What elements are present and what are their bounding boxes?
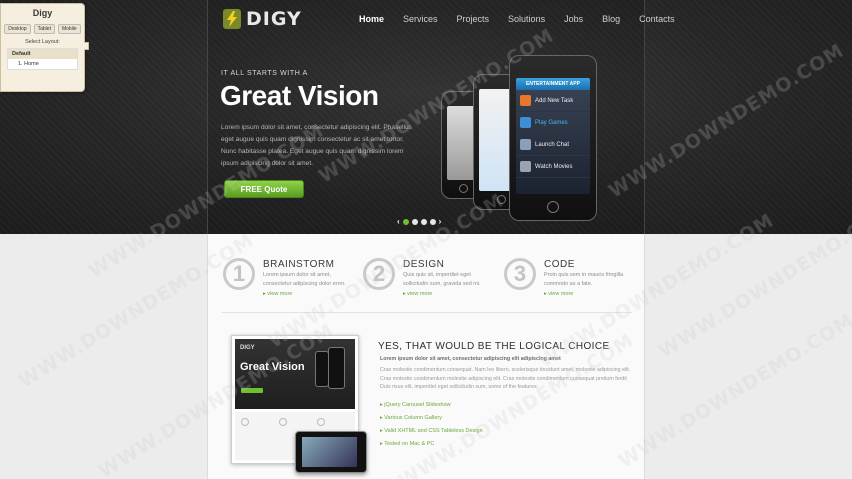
layout-switcher-panel: Digy Desktop Tablet Mobile Select Layout… — [0, 3, 89, 92]
slider-dot[interactable] — [420, 219, 427, 225]
feature-text: Quis quis sit, imperdiet eget sollicitud… — [403, 272, 481, 287]
view-more-link[interactable]: ▸ view more — [263, 291, 292, 297]
feature-text: Proin quis sem in mauris fringilla commo… — [544, 272, 624, 287]
lightning-logo-icon — [223, 9, 241, 29]
hero-title: Great Vision — [220, 80, 379, 111]
select-layout-label: Select Layout: — [25, 39, 60, 45]
preview-logo-text: DIGY — [240, 345, 255, 351]
step-number: 3 — [504, 258, 536, 290]
why-heading: YES, THAT WOULD BE THE LOGICAL CHOICE — [378, 341, 610, 352]
feature-list-item[interactable]: Tested on Mac & PC — [380, 438, 483, 451]
app-header: ENTERTAINMENT APP — [516, 78, 590, 90]
app-item: Add New Task — [516, 90, 590, 112]
content-area: 1 BRAINSTORM Lorem ipsum dolor sit amet,… — [207, 234, 645, 479]
logo-text: DIGY — [246, 8, 302, 30]
why-lead: Lorem ipsum dolor sit amet, consectetur … — [380, 356, 561, 362]
view-more-link[interactable]: ▸ view more — [544, 291, 573, 297]
app-item: Watch Movies — [516, 156, 590, 178]
section-divider — [222, 312, 632, 313]
phone-image-front: ENTERTAINMENT APP Add New Task Play Game… — [509, 55, 597, 221]
feature-list-item[interactable]: jQuery Carousel Slideshow — [380, 399, 483, 412]
feature-title: CODE — [544, 259, 575, 270]
nav-solutions[interactable]: Solutions — [508, 14, 545, 24]
layout-list-header: Default — [8, 49, 77, 59]
hero-text: Lorem ipsum dolor sit amet, consectetur … — [221, 124, 412, 167]
view-more-link[interactable]: ▸ view more — [403, 291, 432, 297]
nav-jobs[interactable]: Jobs — [564, 14, 583, 24]
panel-title: Digy — [32, 8, 53, 18]
layout-list-item[interactable]: 1. Home — [8, 59, 77, 69]
layout-list: Default 1. Home — [7, 48, 78, 70]
desktop-button[interactable]: Desktop — [4, 24, 31, 34]
step-number: 2 — [363, 258, 395, 290]
free-quote-button[interactable]: FREE Quote — [224, 180, 304, 198]
nav-blog[interactable]: Blog — [602, 14, 620, 24]
tablet-button[interactable]: Tablet — [33, 24, 55, 34]
device-buttons: Desktop Tablet Mobile — [1, 24, 84, 34]
nav-services[interactable]: Services — [403, 14, 438, 24]
nav-projects[interactable]: Projects — [457, 14, 490, 24]
hero-tagline: IT ALL STARTS WITH A — [221, 70, 308, 77]
panel-toggle-handle[interactable] — [84, 42, 89, 50]
feature-code: 3 CODE Proin quis sem in mauris fringill… — [504, 258, 634, 308]
slider-pagination: ‹ › — [397, 218, 442, 226]
slider-prev-icon[interactable]: ‹ — [397, 218, 400, 226]
feature-list-item[interactable]: Various Column Gallery — [380, 412, 483, 425]
preview-title: Great Vision — [240, 361, 305, 373]
slider-next-icon[interactable]: › — [439, 218, 442, 226]
slider-dot[interactable] — [402, 219, 409, 225]
main-nav: Home Services Projects Solutions Jobs Bl… — [359, 14, 694, 24]
app-item: Launch Chat — [516, 134, 590, 156]
mobile-button[interactable]: Mobile — [57, 24, 81, 34]
tablet-image — [295, 431, 367, 473]
feature-title: BRAINSTORM — [263, 259, 335, 270]
feature-design: 2 DESIGN Quis quis sit, imperdiet eget s… — [363, 258, 493, 308]
feature-title: DESIGN — [403, 259, 445, 270]
slider-dot[interactable] — [429, 219, 436, 225]
step-number: 1 — [223, 258, 255, 290]
feature-text: Lorem ipsum dolor sit amet, consectetur … — [263, 272, 346, 287]
nav-contacts[interactable]: Contacts — [639, 14, 675, 24]
feature-list: jQuery Carousel Slideshow Various Column… — [380, 399, 483, 451]
slider-dot[interactable] — [411, 219, 418, 225]
nav-home[interactable]: Home — [359, 14, 384, 24]
hero-band: DIGY Home Services Projects Solutions Jo… — [0, 0, 852, 234]
feature-list-item[interactable]: Valid XHTML and CSS Tableless Design — [380, 425, 482, 438]
logo[interactable]: DIGY — [222, 8, 302, 30]
watermark-text: WWW.DOWNDEMO.COM — [614, 309, 852, 473]
feature-brainstorm: 1 BRAINSTORM Lorem ipsum dolor sit amet,… — [223, 258, 353, 308]
why-body: Cras molestie condimentum consequat. Nam… — [380, 367, 631, 391]
app-item: Play Games — [516, 112, 590, 134]
